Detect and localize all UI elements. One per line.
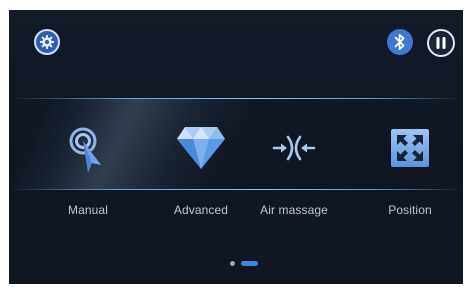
expand-arrows-icon bbox=[382, 120, 438, 176]
diamond-icon bbox=[173, 120, 229, 176]
gear-icon bbox=[40, 35, 54, 49]
menu-top-divider bbox=[9, 98, 463, 99]
touch-pointer-icon bbox=[60, 120, 116, 176]
menu-item-position[interactable]: Position bbox=[365, 110, 455, 230]
menu-label-manual: Manual bbox=[68, 203, 108, 217]
menu-label-position: Position bbox=[388, 203, 432, 217]
pause-icon bbox=[436, 37, 446, 49]
menu-label-air-massage: Air massage bbox=[260, 203, 328, 217]
page-indicator bbox=[230, 261, 258, 266]
menu-item-air-massage[interactable]: Air massage bbox=[249, 110, 339, 230]
settings-button[interactable] bbox=[34, 29, 60, 55]
bluetooth-icon bbox=[394, 33, 405, 51]
menu-item-manual[interactable]: Manual bbox=[43, 110, 133, 230]
menu-item-advanced[interactable]: Advanced bbox=[156, 110, 246, 230]
page-dot-1[interactable] bbox=[230, 261, 235, 266]
bluetooth-button[interactable] bbox=[387, 29, 413, 55]
air-massage-icon bbox=[266, 120, 322, 176]
page-dot-2-active[interactable] bbox=[241, 261, 258, 266]
pause-button[interactable] bbox=[427, 29, 455, 57]
app-screen: Manual Advanced Air massage Position bbox=[9, 10, 463, 284]
